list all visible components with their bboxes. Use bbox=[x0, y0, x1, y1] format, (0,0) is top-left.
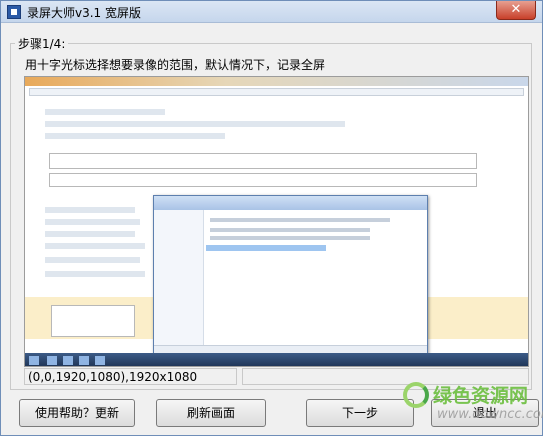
watermark-logo-icon bbox=[403, 382, 429, 408]
preview-explorer-window bbox=[153, 195, 428, 355]
watermark-url: www.downcc.com bbox=[437, 407, 543, 422]
preview-explorer-selected-row bbox=[206, 245, 326, 251]
preview-form-row bbox=[45, 257, 140, 263]
close-button[interactable]: ✕ bbox=[496, 1, 536, 20]
preview-address-bar bbox=[29, 88, 524, 96]
preview-form-row bbox=[45, 243, 145, 249]
preview-browser-toolbar bbox=[25, 77, 528, 86]
preview-form-row bbox=[45, 231, 135, 237]
preview-explorer-header bbox=[210, 218, 390, 222]
preview-explorer-row bbox=[210, 236, 370, 240]
help-update-button[interactable]: 使用帮助？更新 bbox=[19, 399, 135, 427]
app-icon bbox=[7, 5, 21, 19]
preview-explorer-row bbox=[210, 228, 370, 232]
preview-taskbar-icon bbox=[47, 356, 57, 365]
window-title: 录屏大师v3.1 宽屏版 bbox=[27, 6, 142, 20]
instruction-text: 用十字光标选择想要录像的范围，默认情况下，记录全屏 bbox=[25, 58, 326, 72]
preview-explorer-sidebar bbox=[154, 210, 204, 345]
preview-text-area bbox=[49, 153, 477, 169]
watermark-brand: 绿色资源网 bbox=[433, 385, 529, 407]
preview-form-row bbox=[45, 133, 225, 139]
app-window: 录屏大师v3.1 宽屏版 ✕ 步骤1/4: 用十字光标选择想要录像的范围，默认情… bbox=[0, 0, 543, 436]
preview-form-row bbox=[45, 121, 345, 127]
preview-form-row bbox=[45, 271, 145, 277]
preview-text-area bbox=[49, 173, 477, 187]
step-label: 步骤1/4: bbox=[15, 35, 69, 52]
next-button[interactable]: 下一步 bbox=[306, 399, 414, 427]
screen-preview[interactable] bbox=[24, 76, 529, 367]
preview-list-box bbox=[51, 305, 135, 337]
preview-form-row bbox=[45, 219, 140, 225]
preview-form-row bbox=[45, 109, 165, 115]
preview-start-icon bbox=[29, 356, 39, 365]
preview-taskbar-icon bbox=[95, 356, 105, 365]
watermark: 绿色资源网 www.downcc.com bbox=[403, 380, 543, 436]
preview-taskbar-icon bbox=[63, 356, 73, 365]
preview-taskbar-icon bbox=[79, 356, 89, 365]
title-bar[interactable]: 录屏大师v3.1 宽屏版 ✕ bbox=[1, 1, 542, 23]
refresh-button[interactable]: 刷新画面 bbox=[156, 399, 266, 427]
preview-form-row bbox=[45, 207, 135, 213]
preview-explorer-toolbar bbox=[154, 196, 427, 210]
capture-region-field: (0,0,1920,1080),1920x1080 bbox=[24, 368, 237, 385]
